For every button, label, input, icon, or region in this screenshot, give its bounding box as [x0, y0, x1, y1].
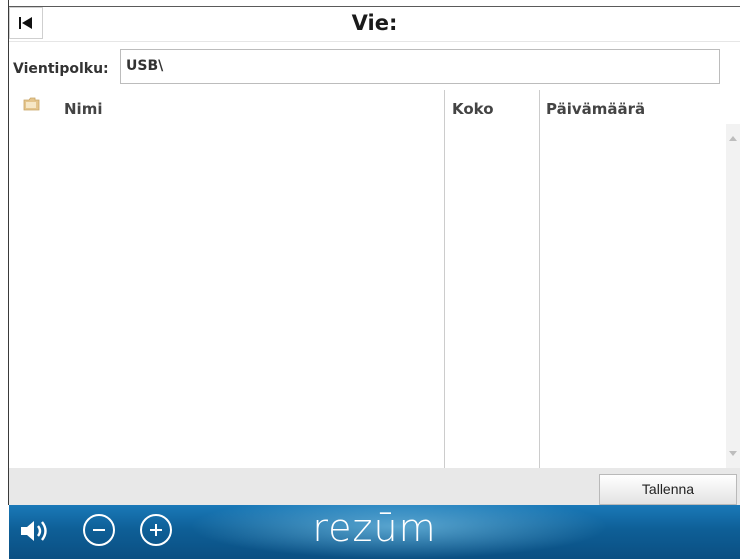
- export-screen: Vie: Vientipolku: USB\ Nimi Koko Päivämä…: [9, 0, 740, 559]
- save-button[interactable]: Tallenna: [599, 474, 737, 505]
- vertical-scrollbar[interactable]: [726, 124, 740, 468]
- title-bar: Vie:: [9, 6, 740, 42]
- page-title: Vie:: [351, 11, 398, 35]
- action-bar: Tallenna: [9, 468, 740, 505]
- export-path-row: Vientipolku: USB\: [9, 47, 740, 87]
- column-header-name[interactable]: Nimi: [64, 100, 102, 118]
- brand-logo: rezūm: [312, 506, 437, 550]
- column-divider: [539, 90, 540, 468]
- column-divider: [444, 90, 445, 468]
- export-path-label: Vientipolku:: [13, 61, 109, 77]
- column-header-size[interactable]: Koko: [452, 100, 494, 118]
- export-path-input[interactable]: USB\: [120, 49, 720, 84]
- file-list[interactable]: Nimi Koko Päivämäärä: [9, 90, 740, 468]
- scroll-down-icon[interactable]: [729, 451, 737, 456]
- folder-icon: [23, 97, 40, 111]
- scroll-up-icon[interactable]: [729, 136, 737, 141]
- device-bottom-bar: rezūm: [9, 505, 740, 559]
- column-header-date[interactable]: Päivämäärä: [546, 100, 645, 118]
